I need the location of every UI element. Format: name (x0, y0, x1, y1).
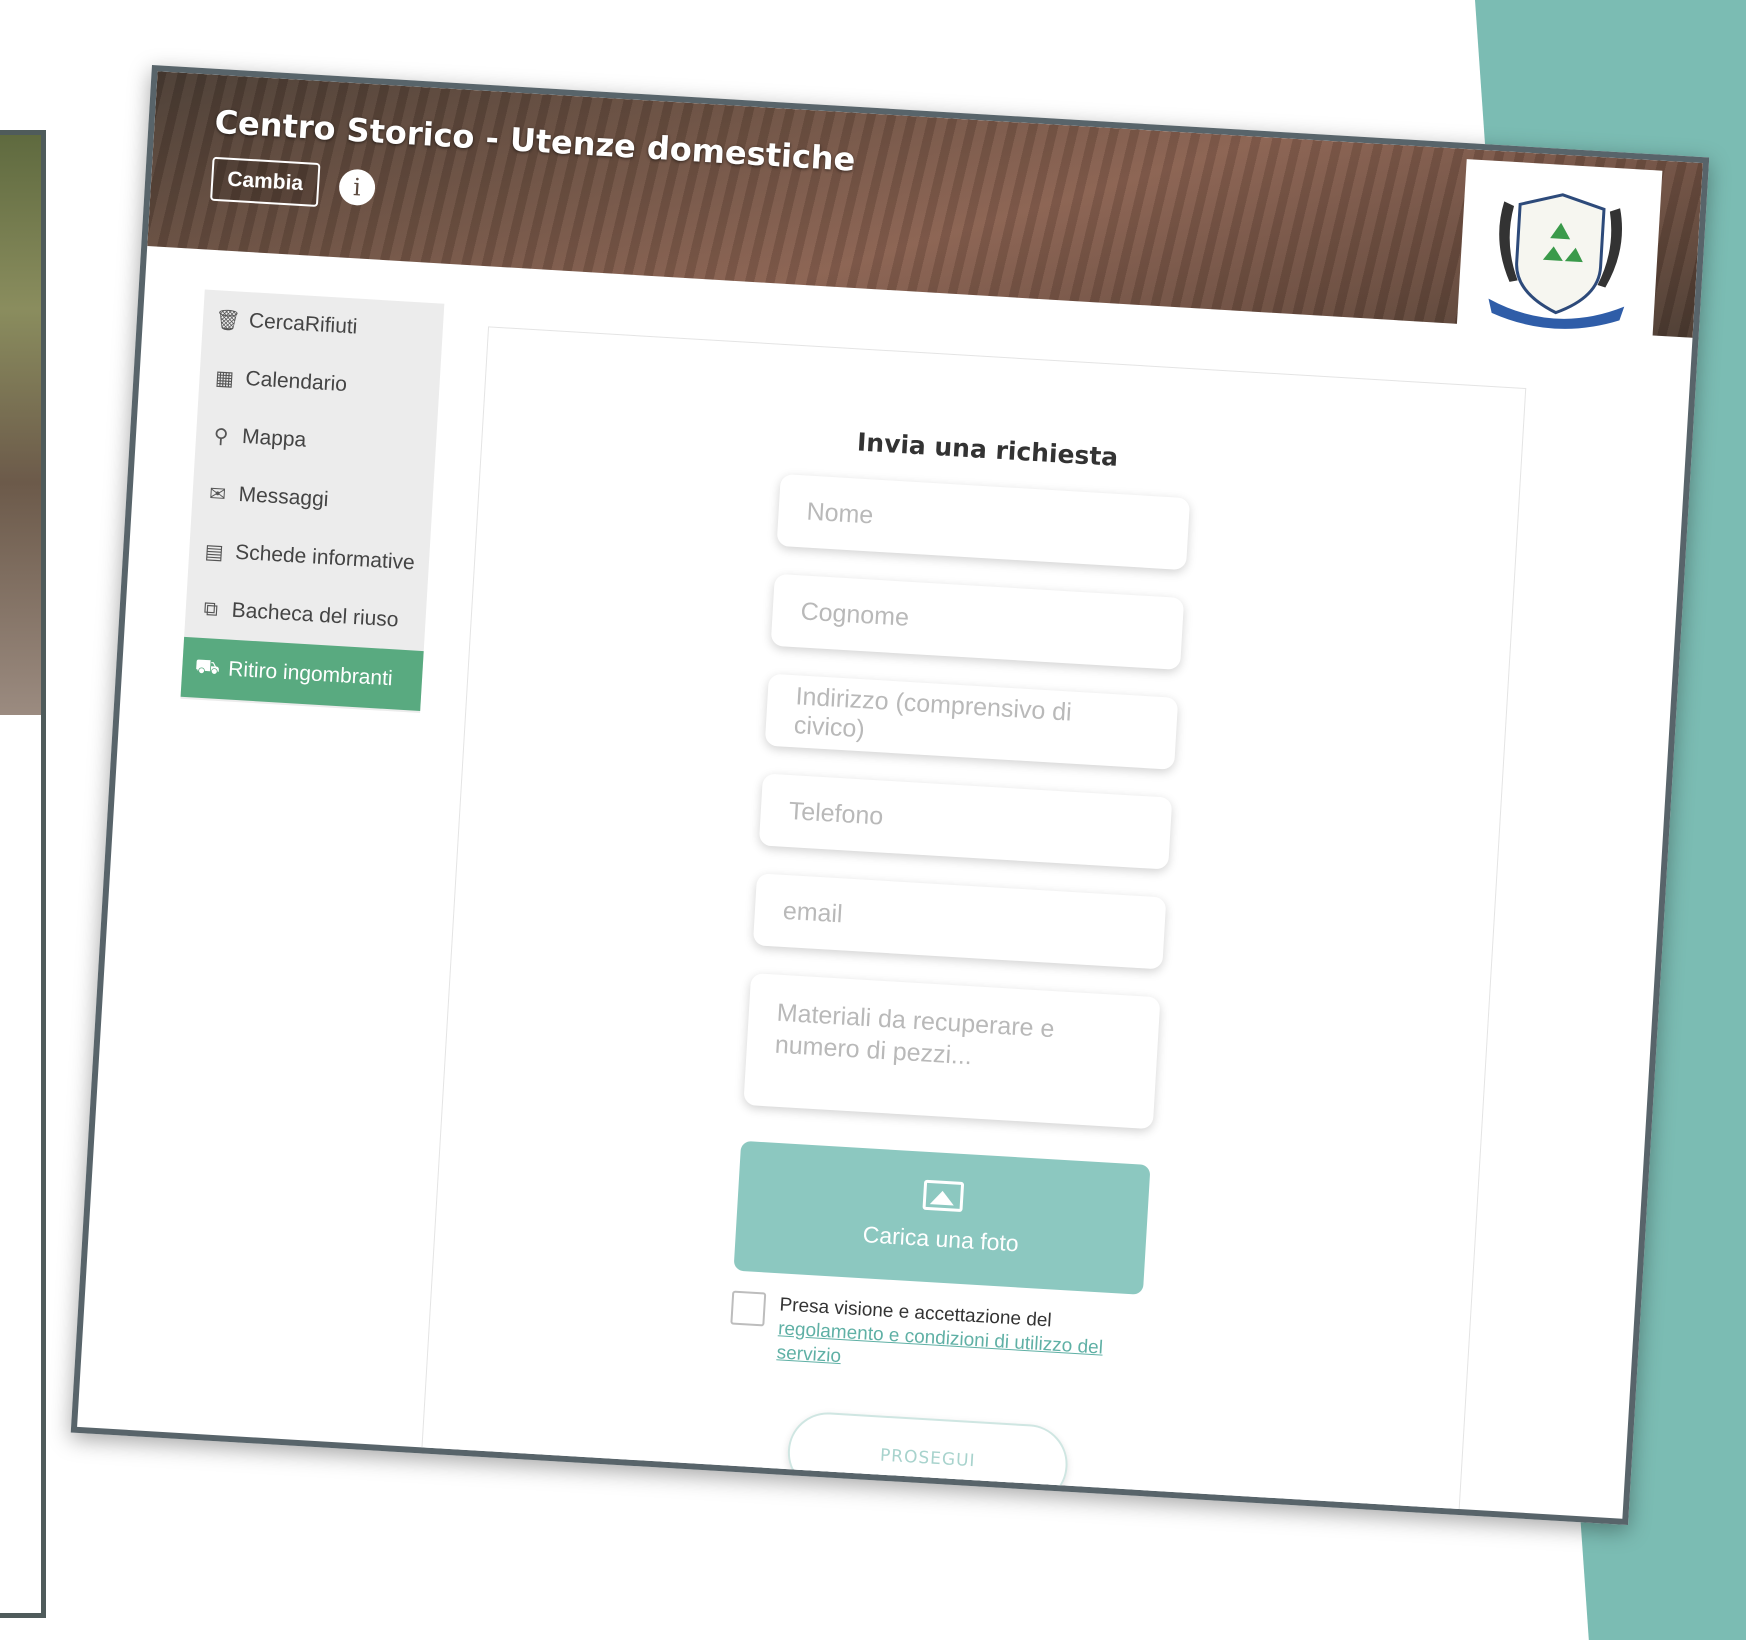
indirizzo-field[interactable]: Indirizzo (comprensivo di civico) (764, 673, 1179, 770)
consent-row: Presa visione e accettazione del regolam… (728, 1290, 1142, 1387)
furniture-carry-icon: ⛟ (194, 655, 221, 679)
form-title: Invia una richiesta (856, 427, 1119, 472)
header-banner: Centro Storico - Utenze domestiche Cambi… (147, 71, 1703, 341)
sidebar-item-label: Calendario (244, 367, 348, 397)
envelope-icon: ✉ (208, 482, 227, 506)
map-pin-icon: ⚲ (213, 424, 230, 448)
proceed-button[interactable]: PROSEGUI (785, 1410, 1070, 1507)
terms-link[interactable]: regolamento e condizioni di utilizzo del… (776, 1318, 1103, 1367)
municipal-crest-icon (1456, 159, 1663, 341)
telefono-field[interactable]: Telefono (758, 773, 1173, 870)
trash-icon: 🗑 (214, 308, 242, 333)
materiali-textarea[interactable]: Materiali da recuperare e numero di pezz… (743, 973, 1161, 1130)
sidebar-item-label: Mappa (241, 424, 307, 452)
request-form: Invia una richiesta Nome Cognome Indiriz… (721, 345, 1198, 1510)
sidebar-item-label: Messaggi (238, 482, 330, 512)
sidebar-item-label: Schede informative (234, 540, 416, 575)
calendar-icon: ▦ (214, 366, 235, 390)
upload-photo-label: Carica una foto (862, 1221, 1020, 1257)
background-screenshot-card (0, 130, 46, 1618)
sidebar-item-label: Ritiro ingombranti (227, 657, 394, 691)
image-icon (922, 1179, 965, 1213)
sidebar-item-label: CercaRifiuti (248, 309, 359, 339)
cognome-field[interactable]: Cognome (770, 573, 1185, 670)
change-button[interactable]: Cambia (210, 156, 321, 208)
upload-photo-button[interactable]: Carica una foto (733, 1140, 1151, 1295)
sidebar-item-label: Bacheca del riuso (231, 598, 400, 632)
consent-checkbox[interactable] (730, 1290, 767, 1327)
sidebar-item-ritiro-ingombranti[interactable]: ⛟ Ritiro ingombranti (180, 636, 424, 711)
app-screenshot: Centro Storico - Utenze domestiche Cambi… (70, 64, 1710, 1526)
info-icon[interactable]: i (338, 168, 377, 207)
sidebar-nav: 🗑 CercaRifiuti ▦ Calendario ⚲ Mappa ✉ Me… (180, 289, 445, 713)
share-icon: ⧉ (203, 597, 219, 621)
nome-field[interactable]: Nome (776, 473, 1191, 571)
consent-text: Presa visione e accettazione del regolam… (776, 1293, 1140, 1386)
document-icon: ▤ (204, 540, 225, 564)
email-field[interactable]: email (752, 873, 1167, 970)
background-photo (0, 135, 41, 715)
request-form-panel: Invia una richiesta Nome Cognome Indiriz… (419, 326, 1527, 1526)
